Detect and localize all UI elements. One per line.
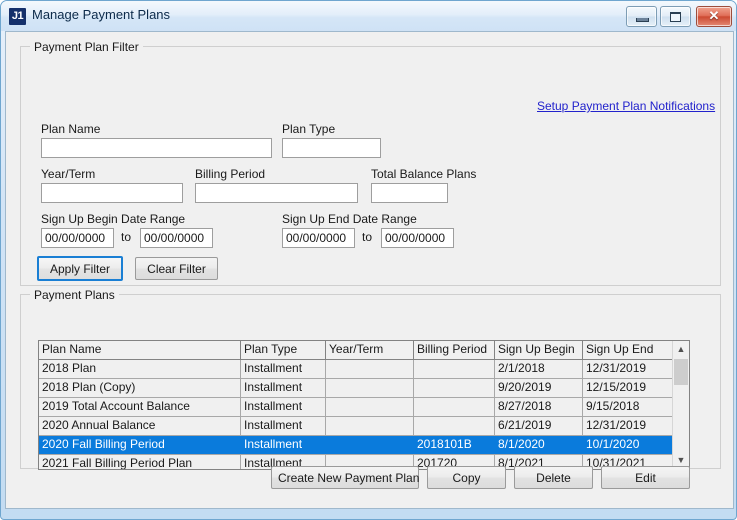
minimize-icon (636, 18, 649, 22)
column-header-plan-type[interactable]: Plan Type (241, 341, 326, 359)
cell-sign-up-begin: 8/1/2020 (495, 436, 583, 454)
cell-plan-type: Installment (241, 436, 326, 454)
cell-plan-name: 2018 Plan (Copy) (39, 379, 241, 397)
client-area: Payment Plan Filter Setup Payment Plan N… (5, 31, 734, 509)
cell-sign-up-begin: 6/21/2019 (495, 417, 583, 435)
sign-up-end-from-input[interactable] (282, 228, 355, 248)
cell-plan-type: Installment (241, 417, 326, 435)
plan-type-input[interactable] (282, 138, 381, 158)
plan-name-label: Plan Name (41, 122, 100, 136)
cell-year-term (326, 436, 414, 454)
column-header-year-term[interactable]: Year/Term (326, 341, 414, 359)
column-header-sign-up-end[interactable]: Sign Up End (583, 341, 673, 359)
cell-plan-type: Installment (241, 360, 326, 378)
edit-button[interactable]: Edit (601, 466, 690, 489)
year-term-input[interactable] (41, 183, 183, 203)
sign-up-end-range-label: Sign Up End Date Range (282, 212, 417, 226)
maximize-icon (670, 12, 681, 22)
sign-up-end-range-separator: to (362, 230, 372, 244)
app-icon: J1 (9, 8, 26, 25)
column-header-plan-name[interactable]: Plan Name (39, 341, 241, 359)
plan-name-input[interactable] (41, 138, 272, 158)
sign-up-end-to-input[interactable] (381, 228, 454, 248)
minimize-button[interactable] (626, 6, 657, 27)
cell-sign-up-begin: 2/1/2018 (495, 360, 583, 378)
table-body-wrapper: Plan Name Plan Type Year/Term Billing Pe… (39, 341, 673, 469)
billing-period-input[interactable] (195, 183, 358, 203)
setup-payment-plan-notifications-link[interactable]: Setup Payment Plan Notifications (537, 99, 715, 113)
filter-group-legend: Payment Plan Filter (30, 40, 143, 54)
scroll-up-icon[interactable]: ▲ (673, 341, 689, 358)
cell-billing-period (414, 417, 495, 435)
cell-sign-up-end: 12/15/2019 (583, 379, 673, 397)
cell-year-term (326, 398, 414, 416)
scrollbar-thumb[interactable] (674, 359, 688, 385)
table-row[interactable]: 2018 Plan (Copy) Installment 9/20/2019 1… (39, 379, 673, 398)
table-row[interactable]: 2019 Total Account Balance Installment 8… (39, 398, 673, 417)
payment-plan-filter-group: Payment Plan Filter (20, 46, 721, 286)
table-vertical-scrollbar[interactable]: ▲ ▼ (672, 341, 689, 469)
close-icon: ✕ (697, 7, 731, 26)
application-window: J1 Manage Payment Plans ✕ Payment Plan F… (0, 0, 737, 520)
delete-button[interactable]: Delete (514, 466, 593, 489)
copy-button[interactable]: Copy (427, 466, 506, 489)
cell-billing-period (414, 398, 495, 416)
apply-filter-button[interactable]: Apply Filter (37, 256, 123, 281)
sign-up-begin-range-label: Sign Up Begin Date Range (41, 212, 185, 226)
table-row-selected[interactable]: 2020 Fall Billing Period Installment 201… (39, 436, 673, 455)
cell-sign-up-end: 9/15/2018 (583, 398, 673, 416)
cell-plan-type: Installment (241, 379, 326, 397)
close-button[interactable]: ✕ (696, 6, 732, 27)
cell-billing-period (414, 379, 495, 397)
cell-billing-period: 2018101B (414, 436, 495, 454)
billing-period-label: Billing Period (195, 167, 265, 181)
cell-plan-name: 2019 Total Account Balance (39, 398, 241, 416)
total-balance-plans-input[interactable] (371, 183, 448, 203)
cell-sign-up-begin: 9/20/2019 (495, 379, 583, 397)
cell-plan-type: Installment (241, 398, 326, 416)
cell-year-term (326, 417, 414, 435)
table-row[interactable]: 2018 Plan Installment 2/1/2018 12/31/201… (39, 360, 673, 379)
create-new-payment-plan-button[interactable]: Create New Payment Plan (271, 466, 419, 489)
total-balance-plans-label: Total Balance Plans (371, 167, 476, 181)
title-bar: J1 Manage Payment Plans ✕ (1, 1, 737, 31)
cell-plan-name: 2020 Fall Billing Period (39, 436, 241, 454)
window-title: Manage Payment Plans (32, 7, 170, 22)
sign-up-begin-to-input[interactable] (140, 228, 213, 248)
maximize-button[interactable] (660, 6, 691, 27)
plans-group-legend: Payment Plans (30, 288, 119, 302)
cell-year-term (326, 360, 414, 378)
plan-type-label: Plan Type (282, 122, 335, 136)
cell-billing-period (414, 360, 495, 378)
column-header-billing-period[interactable]: Billing Period (414, 341, 495, 359)
clear-filter-button[interactable]: Clear Filter (135, 257, 218, 280)
cell-sign-up-end: 10/1/2020 (583, 436, 673, 454)
cell-sign-up-end: 12/31/2019 (583, 417, 673, 435)
column-header-sign-up-begin[interactable]: Sign Up Begin (495, 341, 583, 359)
cell-plan-name: 2020 Annual Balance (39, 417, 241, 435)
table-header-row: Plan Name Plan Type Year/Term Billing Pe… (39, 341, 673, 360)
table-row[interactable]: 2020 Annual Balance Installment 6/21/201… (39, 417, 673, 436)
cell-plan-name: 2021 Fall Billing Period Plan (39, 455, 241, 470)
year-term-label: Year/Term (41, 167, 95, 181)
cell-year-term (326, 379, 414, 397)
payment-plans-table[interactable]: Plan Name Plan Type Year/Term Billing Pe… (38, 340, 690, 470)
cell-sign-up-begin: 8/27/2018 (495, 398, 583, 416)
cell-sign-up-end: 12/31/2019 (583, 360, 673, 378)
sign-up-begin-from-input[interactable] (41, 228, 114, 248)
cell-plan-name: 2018 Plan (39, 360, 241, 378)
sign-up-begin-range-separator: to (121, 230, 131, 244)
